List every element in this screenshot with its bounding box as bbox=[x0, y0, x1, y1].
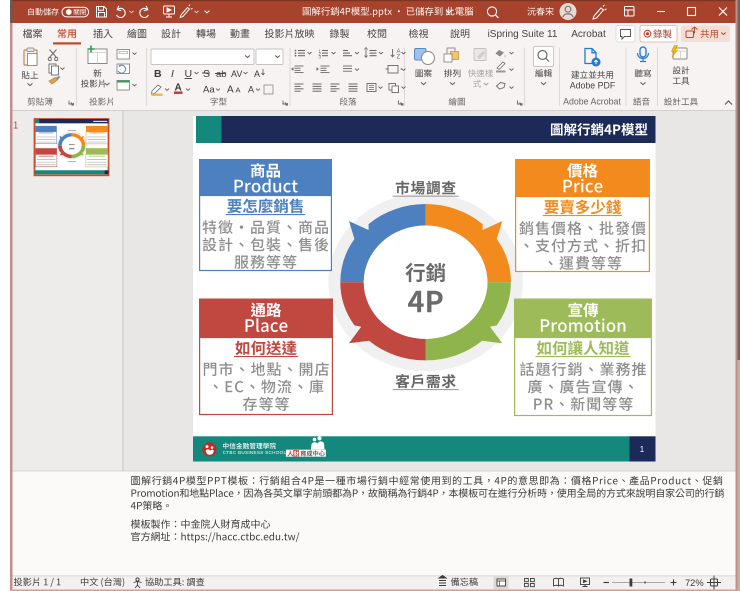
svg-text:AV: AV bbox=[231, 69, 242, 79]
svg-text:A: A bbox=[254, 69, 260, 79]
svg-text:CTBC BUSINESS SCHOOL: CTBC BUSINESS SCHOOL bbox=[223, 450, 287, 455]
svg-text:Adobe Acrobat: Adobe Acrobat bbox=[563, 97, 621, 107]
svg-text:A: A bbox=[248, 85, 254, 95]
svg-text:B: B bbox=[154, 68, 162, 80]
svg-text:S: S bbox=[203, 68, 210, 80]
svg-text:Acrobat: Acrobat bbox=[571, 29, 606, 40]
svg-text:1: 1 bbox=[640, 445, 645, 454]
svg-text:I: I bbox=[171, 68, 174, 80]
svg-text:Aa: Aa bbox=[203, 85, 215, 96]
svg-text:ab: ab bbox=[216, 69, 227, 80]
svg-text:iSpring Suite 11: iSpring Suite 11 bbox=[488, 29, 558, 40]
svg-text:Adobe PDF: Adobe PDF bbox=[570, 81, 616, 91]
svg-text:72%: 72% bbox=[685, 578, 704, 588]
svg-text:A: A bbox=[227, 85, 234, 96]
svg-text:A: A bbox=[236, 86, 241, 95]
svg-text:Z: Z bbox=[397, 55, 401, 61]
